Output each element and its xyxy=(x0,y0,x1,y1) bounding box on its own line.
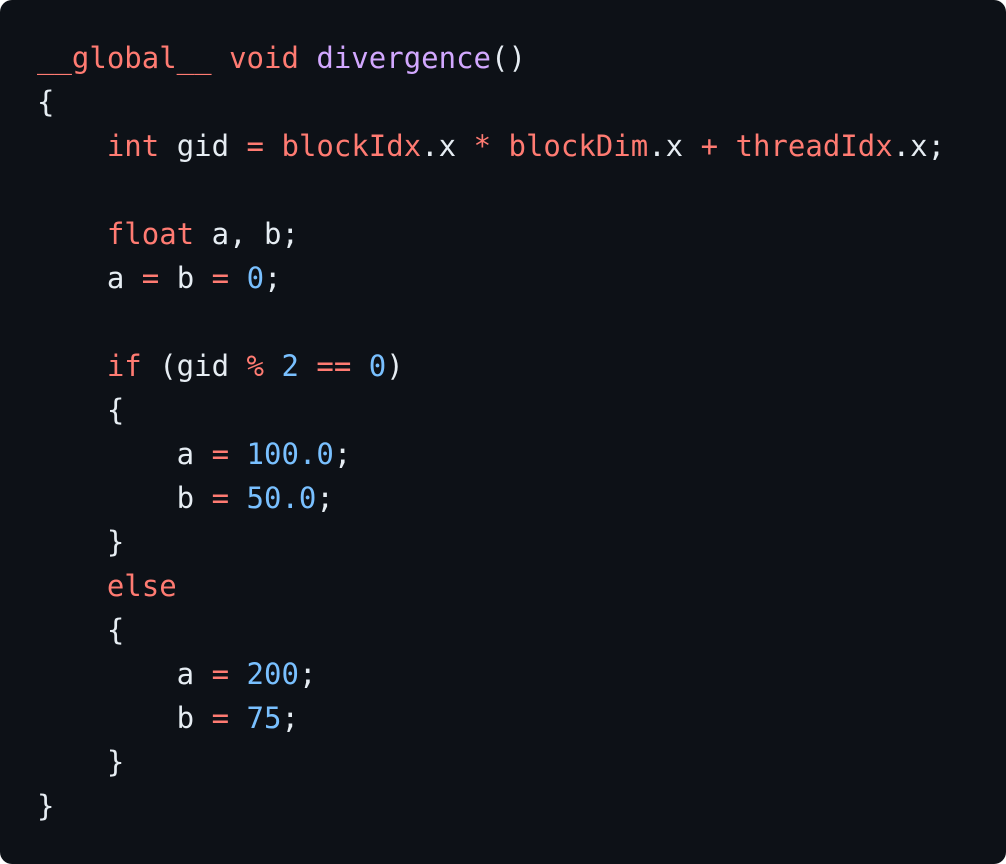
number-token: 50.0 xyxy=(246,481,317,515)
code-text: ; xyxy=(281,701,299,735)
code-text: b xyxy=(37,701,212,735)
operator-token: * xyxy=(473,129,492,163)
code-line: if (gid % 2 == 0) xyxy=(37,344,1006,388)
code-text: ; xyxy=(316,481,334,515)
code-line: } xyxy=(37,520,1006,564)
operator-token: = xyxy=(211,261,230,295)
function-name-token: divergence xyxy=(316,41,491,75)
keyword-token: void xyxy=(229,41,299,75)
number-token: 100.0 xyxy=(246,437,334,471)
keyword-token: blockDim xyxy=(508,129,649,163)
operator-token: = xyxy=(141,261,160,295)
code-text: ; xyxy=(298,657,317,691)
code-line: } xyxy=(37,784,1006,828)
code-text: a, b; xyxy=(194,217,299,251)
code-text: a xyxy=(37,437,212,471)
code-text: { xyxy=(37,613,125,647)
code-text: ; xyxy=(264,261,282,295)
operator-token: = xyxy=(211,437,230,471)
code-line: } xyxy=(37,740,1006,784)
code-line: { xyxy=(37,608,1006,652)
code-text: } xyxy=(37,525,125,559)
code-text: b xyxy=(37,481,212,515)
code-text: a xyxy=(37,261,142,295)
code-text: .x; xyxy=(892,129,946,163)
keyword-token: int xyxy=(106,129,160,163)
operator-token: = xyxy=(211,481,230,515)
operator-token: = xyxy=(246,129,265,163)
code-block: __global__ void divergence() { int gid = … xyxy=(0,0,1006,864)
code-text: .x xyxy=(421,129,474,163)
code-text: } xyxy=(37,745,125,779)
operator-token: % xyxy=(246,349,264,383)
operator-token: == xyxy=(316,349,352,383)
code-line: a = b = 0; xyxy=(37,256,1006,300)
code-line: b = 50.0; xyxy=(37,476,1006,520)
code-line: float a, b; xyxy=(37,212,1006,256)
operator-token: + xyxy=(700,129,719,163)
number-token: 2 xyxy=(281,349,299,383)
code-line: else xyxy=(37,564,1006,608)
code-text: } xyxy=(37,789,55,823)
number-token: 75 xyxy=(246,701,282,735)
code-line: a = 100.0; xyxy=(37,432,1006,476)
code-line: b = 75; xyxy=(37,696,1006,740)
code-text: gid xyxy=(159,129,247,163)
keyword-token: __global__ xyxy=(37,41,212,75)
code-text: b xyxy=(159,261,212,295)
operator-token: = xyxy=(211,701,230,735)
code-line: __global__ void divergence() xyxy=(37,36,1006,80)
code-text: .x xyxy=(648,129,701,163)
code-text: { xyxy=(37,85,55,119)
number-token: 0 xyxy=(246,261,265,295)
keyword-token: threadIdx xyxy=(735,129,893,163)
code-text: (gid xyxy=(141,349,247,383)
keyword-token: float xyxy=(106,217,195,251)
code-text: () xyxy=(491,41,526,75)
keyword-token: blockIdx xyxy=(281,129,422,163)
number-token: 200 xyxy=(246,657,299,691)
code-text: ; xyxy=(333,437,352,471)
code-line: int gid = blockIdx.x * blockDim.x + thre… xyxy=(37,124,1006,168)
code-text: { xyxy=(37,393,125,427)
code-line: a = 200; xyxy=(37,652,1006,696)
code-text: ) xyxy=(386,349,404,383)
code-text: a xyxy=(37,657,212,691)
code-content: __global__ void divergence() { int gid = … xyxy=(37,36,1006,828)
code-line: { xyxy=(37,388,1006,432)
code-line: { xyxy=(37,80,1006,124)
operator-token: = xyxy=(211,657,230,691)
keyword-token: else xyxy=(106,569,177,603)
keyword-token: if xyxy=(106,349,142,383)
number-token: 0 xyxy=(368,349,387,383)
